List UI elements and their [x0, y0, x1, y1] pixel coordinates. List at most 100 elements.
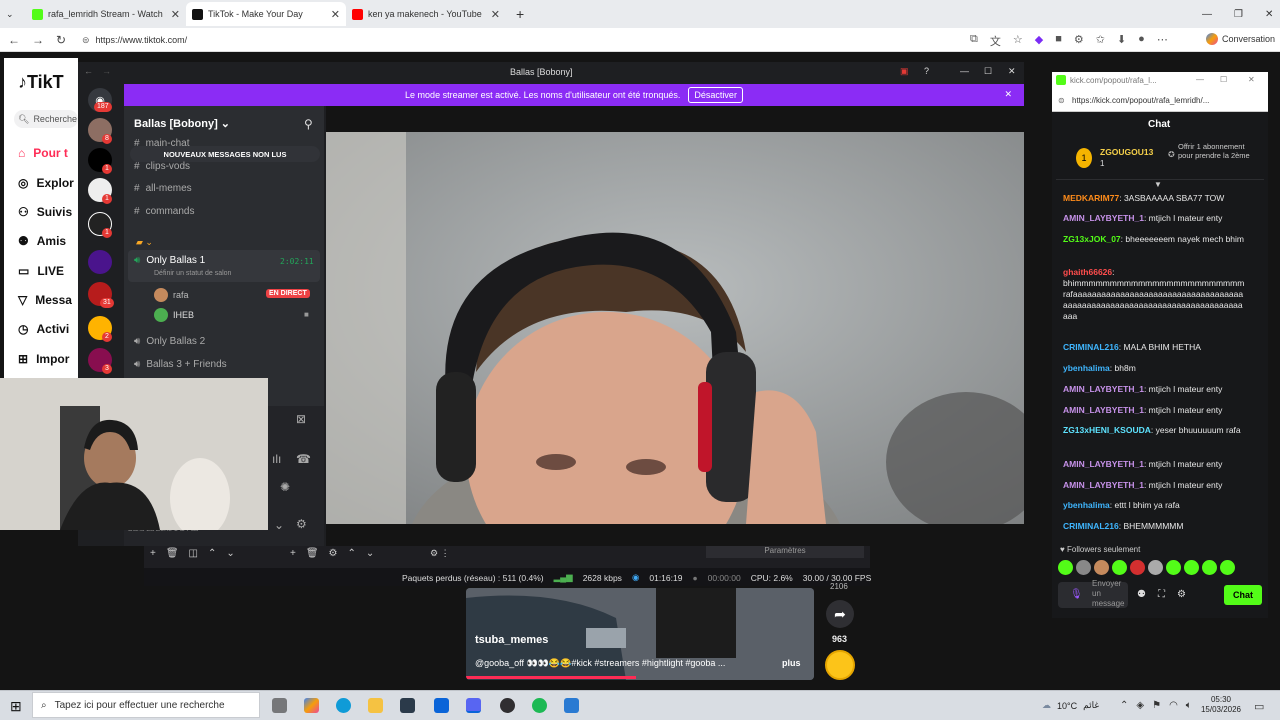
disable-streamer-button[interactable]: Désactiver: [688, 87, 743, 103]
app-icon[interactable]: [564, 698, 579, 713]
hangup-icon[interactable]: ☎: [296, 452, 311, 466]
user-settings-icon[interactable]: ⚙: [296, 517, 307, 531]
emote-icon[interactable]: [1094, 560, 1109, 575]
tab-kick[interactable]: rafa_lemridh Stream - Watch Live ✕: [26, 2, 186, 26]
back-arrow-icon[interactable]: ←: [84, 66, 93, 76]
tiktok-nav-activity[interactable]: ◷ Activi: [18, 322, 69, 336]
channel-all-memes[interactable]: # all-memes: [134, 183, 192, 194]
chevron-up-icon[interactable]: ⌃: [208, 548, 216, 559]
emoji-reaction-icon[interactable]: [825, 650, 855, 680]
settings-icon[interactable]: ⚙: [1177, 589, 1186, 600]
chat-username[interactable]: AMIN_LAYBYETH_1: [1063, 480, 1144, 490]
emote-icon[interactable]: [1202, 560, 1217, 575]
new-tab-button[interactable]: +: [510, 2, 530, 26]
emote-icon[interactable]: [1058, 560, 1073, 575]
voice-status[interactable]: Définir un statut de salon: [154, 270, 231, 277]
emote-icon[interactable]: [1220, 560, 1235, 575]
more-icon[interactable]: ⋯: [1157, 33, 1168, 49]
close-icon[interactable]: ✕: [171, 8, 180, 21]
inbox-icon[interactable]: ▣: [900, 66, 909, 77]
tiktok-nav-explore[interactable]: ◎ Explor: [18, 176, 74, 190]
chevron-down-icon[interactable]: ⌄: [274, 518, 284, 532]
plus-icon[interactable]: +: [150, 548, 156, 559]
obs-settings-button[interactable]: Paramètres: [706, 546, 864, 558]
tiktok-logo[interactable]: ♪TikT: [18, 72, 64, 93]
close-icon[interactable]: ✕: [1248, 75, 1255, 84]
share-button[interactable]: ➦: [826, 600, 854, 628]
minimize-icon[interactable]: —: [1196, 75, 1204, 84]
chat-username[interactable]: MEDKARIM77: [1063, 193, 1119, 203]
tiktok-nav-live[interactable]: ▭ LIVE: [18, 264, 64, 278]
trash-icon[interactable]: 🗑︎: [306, 548, 319, 559]
server-name-header[interactable]: Ballas [Bobony] ⌄: [134, 117, 230, 130]
tab-youtube[interactable]: ken ya makenech - YouTube ✕: [346, 2, 506, 26]
emote-icon[interactable]: ⚉: [1137, 589, 1146, 600]
disconnect-screen-icon[interactable]: ⊠: [296, 412, 306, 426]
chevron-down-icon[interactable]: ⌄: [226, 548, 234, 559]
emote-icon[interactable]: [1076, 560, 1091, 575]
clock[interactable]: 05:30 15/03/2026: [1200, 695, 1242, 715]
chat-username[interactable]: ybenhalima: [1063, 363, 1110, 373]
windows-start-icon[interactable]: ⊞: [10, 698, 22, 715]
discord-taskbar-icon[interactable]: [466, 698, 481, 713]
tray-app-icon[interactable]: ◈: [1136, 700, 1144, 711]
collections-icon[interactable]: ✩: [1096, 33, 1105, 49]
soundboard-icon[interactable]: ılı: [272, 452, 281, 466]
chat-username[interactable]: ybenhalima: [1063, 500, 1110, 510]
file-explorer-icon[interactable]: [368, 698, 383, 713]
back-icon[interactable]: ←: [8, 33, 20, 47]
gift-icon[interactable]: ⛶: [1158, 589, 1165, 600]
trash-icon[interactable]: 🗑︎: [166, 548, 179, 559]
send-chat-button[interactable]: Chat: [1224, 585, 1262, 605]
tiktok-nav-messages[interactable]: ▽ Messa: [18, 293, 72, 307]
address-bar[interactable]: ⊜ https://www.tiktok.com/: [78, 31, 998, 49]
activity-icon[interactable]: ✺: [280, 480, 290, 494]
close-window-icon[interactable]: ✕: [1265, 9, 1273, 20]
voice-channel-only-ballas-1[interactable]: 🔊︎ Only Ballas 1: [134, 255, 205, 266]
close-icon[interactable]: ✕: [331, 8, 340, 21]
tiktok-nav-foryou[interactable]: ⌂ Pour t: [18, 146, 68, 160]
reload-icon[interactable]: ↻: [56, 33, 66, 47]
chat-username[interactable]: ZG13xHENI_KSOUDA: [1063, 425, 1151, 435]
task-view-icon[interactable]: [272, 698, 287, 713]
volume-icon[interactable]: 🔈︎: [1186, 700, 1192, 711]
forward-arrow-icon[interactable]: →: [102, 66, 111, 76]
filter-icon[interactable]: ◫: [189, 548, 198, 559]
weather-widget[interactable]: ☁ 10°C غائم: [1042, 700, 1099, 711]
voice-channel-only-ballas-2[interactable]: 🔊︎ Only Ballas 2: [134, 336, 205, 347]
close-icon[interactable]: ✕: [1008, 66, 1016, 77]
emote-icon[interactable]: [1148, 560, 1163, 575]
chevron-up-icon[interactable]: ⌃: [348, 548, 356, 559]
video-progress-bar[interactable]: [466, 676, 636, 679]
taskbar-search-input[interactable]: ⌕ Tapez ici pour effectuer une recherche: [32, 692, 260, 718]
category-folder-icon[interactable]: ▰ ⌄: [136, 237, 153, 248]
kick-address-bar[interactable]: ⊜ https://kick.com/popout/rafa_lemridh/.…: [1052, 90, 1268, 112]
transition-gear-icon[interactable]: ⚙ ⋮: [430, 548, 450, 559]
forward-icon[interactable]: →: [32, 33, 44, 47]
tiktok-nav-upload[interactable]: ⊞ Impor: [18, 352, 69, 366]
tiktok-nav-friends[interactable]: ⚉ Amis: [18, 234, 66, 248]
server-icon[interactable]: [88, 250, 112, 274]
gear-icon[interactable]: ⚙: [329, 548, 338, 559]
gift-username[interactable]: ZGOUGOU13: [1100, 147, 1153, 157]
tiktok-video-card[interactable]: tsuba_memes @gooba_off 👀👀😂😂#kick #stream…: [466, 588, 814, 680]
emote-icon[interactable]: [1130, 560, 1145, 575]
copilot-button[interactable]: Conversation: [1206, 33, 1275, 45]
voice-member-iheb[interactable]: IHEB: [154, 308, 194, 322]
profile-icon[interactable]: ●: [1138, 33, 1145, 49]
plus-icon[interactable]: +: [290, 548, 296, 559]
chat-username[interactable]: CRIMINAL216: [1063, 342, 1119, 352]
settings-icon[interactable]: ⚙: [1074, 33, 1084, 49]
tab-list-button[interactable]: ⌄: [0, 2, 22, 26]
minimize-icon[interactable]: —: [1202, 9, 1212, 20]
chat-username[interactable]: ghaith66626: [1063, 267, 1112, 277]
close-banner-icon[interactable]: ✕: [1004, 89, 1012, 100]
wifi-icon[interactable]: ◠: [1169, 700, 1178, 711]
chat-username[interactable]: CRIMINAL216: [1063, 521, 1119, 531]
help-icon[interactable]: ?: [924, 66, 929, 76]
favorite-icon[interactable]: ☆: [1013, 33, 1023, 49]
edge-icon[interactable]: [336, 698, 351, 713]
more-link[interactable]: plus: [782, 658, 801, 668]
obs-icon[interactable]: [500, 698, 515, 713]
gift-text[interactable]: Offrir 1 abonnement pour prendre la 2ème: [1178, 142, 1260, 160]
